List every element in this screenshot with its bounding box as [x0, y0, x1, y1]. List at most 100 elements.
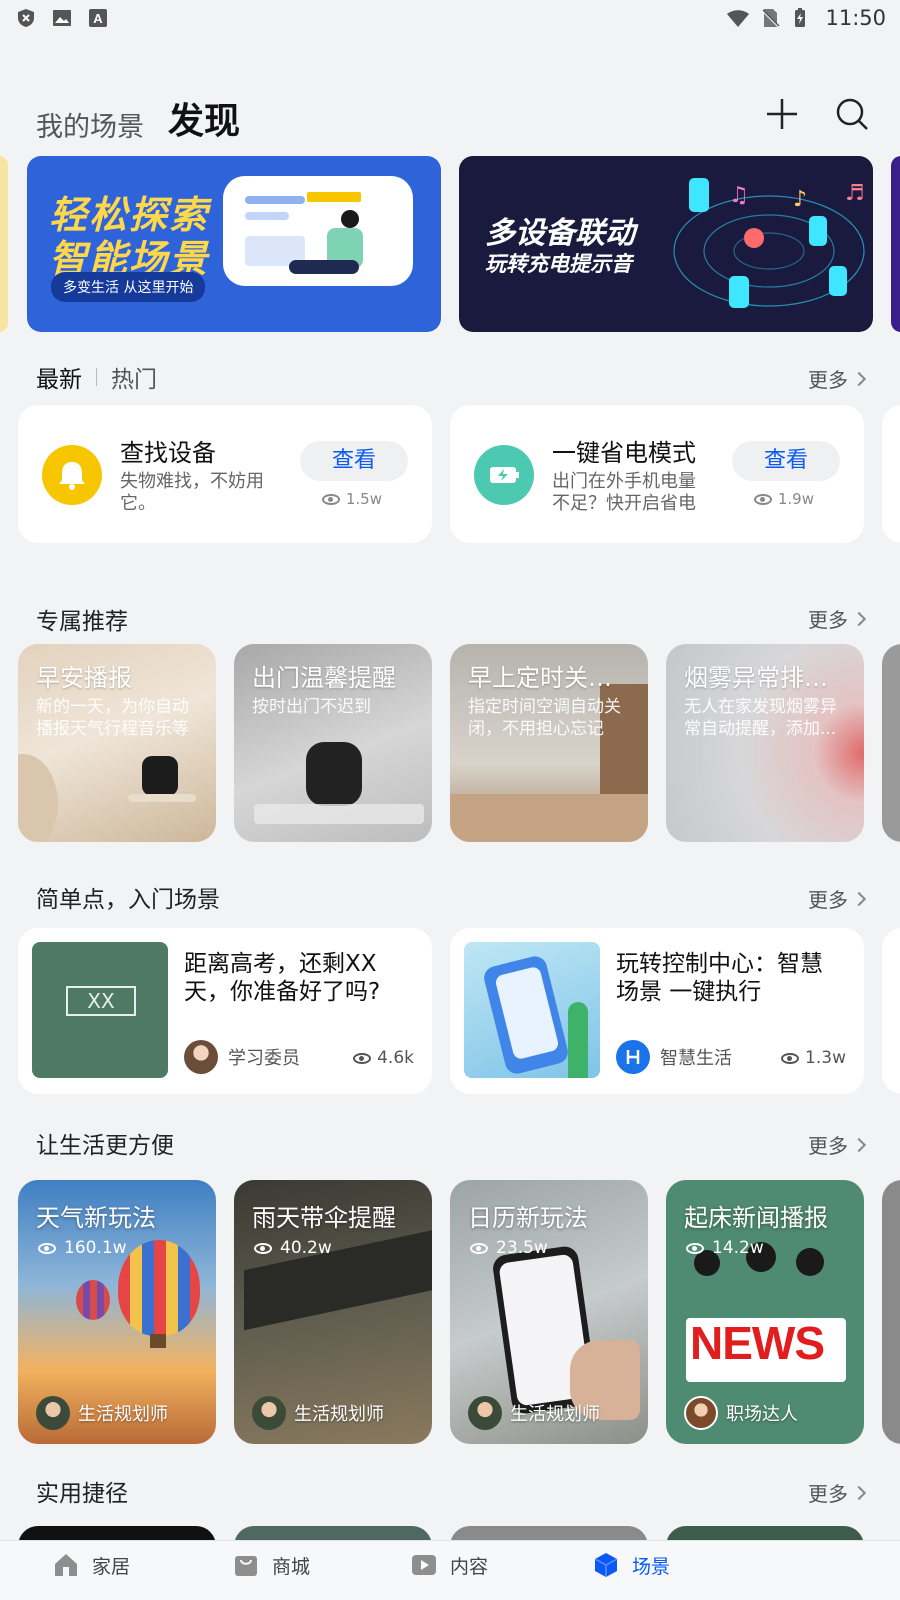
more-label: 更多: [808, 368, 848, 392]
more-label: 更多: [808, 888, 848, 912]
banner-tag: 多变生活 从这里开始: [51, 272, 206, 302]
section-title-exclusive: 专属推荐: [36, 609, 128, 635]
font-icon: A: [89, 9, 107, 27]
view-button[interactable]: 查看: [300, 441, 408, 481]
section-title-convenient: 让生活更方便: [36, 1133, 174, 1159]
eye-icon: [353, 1052, 372, 1064]
tab-my-scenes[interactable]: 我的场景: [36, 105, 144, 144]
tile-author: 生活规划师: [252, 1396, 384, 1430]
view-count-value: 1.3w: [805, 1048, 846, 1068]
top-tabs: 我的场景 发现: [36, 92, 240, 144]
shortcuts-more-link[interactable]: 更多: [808, 1478, 867, 1507]
tile-leave-reminder[interactable]: 出门温馨提醒 按时出门不迟到: [234, 644, 432, 842]
tile-peek[interactable]: [882, 644, 900, 842]
banner2-line1: 多设备联动: [485, 216, 635, 251]
avatar: [468, 1396, 502, 1430]
beginner-more-link[interactable]: 更多: [808, 884, 867, 913]
author-name: 智慧生活: [660, 1048, 732, 1069]
article-title: 玩转控制中心：智慧场景 一键执行: [616, 951, 823, 1005]
article-thumbnail: [464, 942, 600, 1078]
tile-weather[interactable]: 天气新玩法 160.1w 生活规划师: [18, 1180, 216, 1444]
banner-peek-right[interactable]: [891, 156, 900, 332]
tab-hot[interactable]: 热门: [111, 360, 157, 394]
view-count: 4.6k: [353, 1048, 414, 1068]
tile-title: 早上定时关空...: [468, 664, 628, 692]
view-count: 40.2w: [254, 1238, 332, 1258]
nav-content[interactable]: 内容: [410, 1551, 488, 1579]
view-count: 1.5w: [321, 490, 382, 508]
tile-title: 日历新玩法: [468, 1204, 588, 1232]
banner2-line2: 玩转充电提示音: [485, 252, 632, 276]
latest-more-link[interactable]: 更多: [808, 364, 867, 393]
tile-peek[interactable]: [882, 1180, 900, 1444]
battery-charging-icon: [795, 8, 805, 27]
avatar: [36, 1396, 70, 1430]
chevron-right-icon: [851, 611, 867, 626]
article-card-exam[interactable]: XX 距离高考，还剩XX天，你准备好了吗? 学习委员 4.6k: [18, 928, 432, 1094]
tile-title: 出门温馨提醒: [252, 664, 396, 692]
tile-author: 生活规划师: [36, 1396, 168, 1430]
convenient-more-link[interactable]: 更多: [808, 1130, 867, 1159]
tile-author: 生活规划师: [468, 1396, 600, 1430]
tile-calendar[interactable]: 日历新玩法 23.5w 生活规划师: [450, 1180, 648, 1444]
eye-icon: [753, 493, 772, 505]
article-thumbnail: XX: [32, 942, 168, 1078]
search-icon[interactable]: [832, 94, 872, 134]
tile-ac-timer[interactable]: 早上定时关空... 指定时间空调自动关闭，不用担心忘记: [450, 644, 648, 842]
tile-desc: 按时出门不迟到: [252, 697, 371, 717]
nav-scenes[interactable]: 场景: [592, 1551, 670, 1579]
tab-divider: [96, 368, 97, 386]
more-label: 更多: [808, 1482, 848, 1506]
tile-title: 烟雾异常排烟...: [684, 664, 844, 692]
view-count-value: 160.1w: [64, 1238, 127, 1258]
svg-text:♬: ♬: [845, 181, 865, 206]
tile-smoke-exhaust[interactable]: 烟雾异常排烟... 无人在家发现烟雾异常自动提醒，添加...: [666, 644, 864, 842]
chevron-right-icon: [851, 891, 867, 906]
view-count-value: 1.9w: [777, 490, 814, 508]
more-label: 更多: [808, 608, 848, 632]
nav-mall[interactable]: 商城: [232, 1551, 310, 1579]
article-card-control-center[interactable]: 玩转控制中心：智慧场景 一键执行 智慧生活 1.3w: [450, 928, 864, 1094]
article-card-peek[interactable]: [882, 928, 900, 1094]
svg-text:♪: ♪: [793, 187, 807, 212]
tab-discover[interactable]: 发现: [168, 92, 240, 144]
section-title-beginner: 简单点，入门场景: [36, 887, 220, 913]
shield-icon: [18, 9, 34, 27]
tab-latest[interactable]: 最新: [36, 360, 82, 394]
no-sim-icon: [761, 9, 780, 27]
avatar: [252, 1396, 286, 1430]
smart-life-logo-icon: [616, 1040, 650, 1074]
play-icon: [412, 1555, 436, 1575]
tile-morning-broadcast[interactable]: 早安播报 新的一天，为你自动播报天气行程音乐等: [18, 644, 216, 842]
section-title-shortcuts: 实用捷径: [36, 1481, 128, 1507]
card-desc: 出门在外手机电量不足？快开启省电模...: [552, 471, 696, 514]
eye-icon: [321, 493, 340, 505]
nav-label: 场景: [632, 1555, 671, 1578]
tile-umbrella-reminder[interactable]: 雨天带伞提醒 40.2w 生活规划师: [234, 1180, 432, 1444]
tile-desc: 新的一天，为你自动播报天气行程音乐等: [36, 697, 189, 739]
eye-icon: [470, 1242, 488, 1254]
quick-card-peek[interactable]: [882, 405, 900, 543]
tile-morning-news[interactable]: NEWS 起床新闻播报 14.2w 职场达人: [666, 1180, 864, 1444]
tile-author: 职场达人: [684, 1396, 798, 1430]
exclusive-more-link[interactable]: 更多: [808, 604, 867, 633]
view-button[interactable]: 查看: [732, 441, 840, 481]
tile-desc: 指定时间空调自动关闭，不用担心忘记: [468, 697, 621, 739]
banner-explore[interactable]: 轻松探索 智能场景 多变生活 从这里开始: [27, 156, 441, 332]
nav-home[interactable]: 家居: [52, 1551, 130, 1579]
nav-label: 内容: [450, 1555, 489, 1578]
quick-card-power-saving[interactable]: 一键省电模式 出门在外手机电量不足？快开启省电模... 查看 1.9w: [450, 405, 864, 543]
view-count-value: 4.6k: [377, 1048, 414, 1068]
card-title: 查找设备: [120, 439, 216, 467]
bell-icon: [42, 445, 102, 505]
view-count-value: 1.5w: [345, 490, 382, 508]
banner-multi-device[interactable]: 多设备联动 玩转充电提示音 ♫ ♪ ♬: [459, 156, 873, 332]
banner-illustration: [223, 176, 413, 286]
wifi-icon: [727, 10, 749, 27]
quick-card-find-device[interactable]: 查找设备 失物难找，不妨用它。 查看 1.5w: [18, 405, 432, 543]
article-author: 学习委员: [184, 1040, 300, 1074]
view-count-value: 23.5w: [496, 1238, 548, 1258]
chevron-right-icon: [851, 1485, 867, 1500]
add-icon[interactable]: [762, 94, 802, 134]
banner-peek-left[interactable]: [0, 156, 8, 332]
